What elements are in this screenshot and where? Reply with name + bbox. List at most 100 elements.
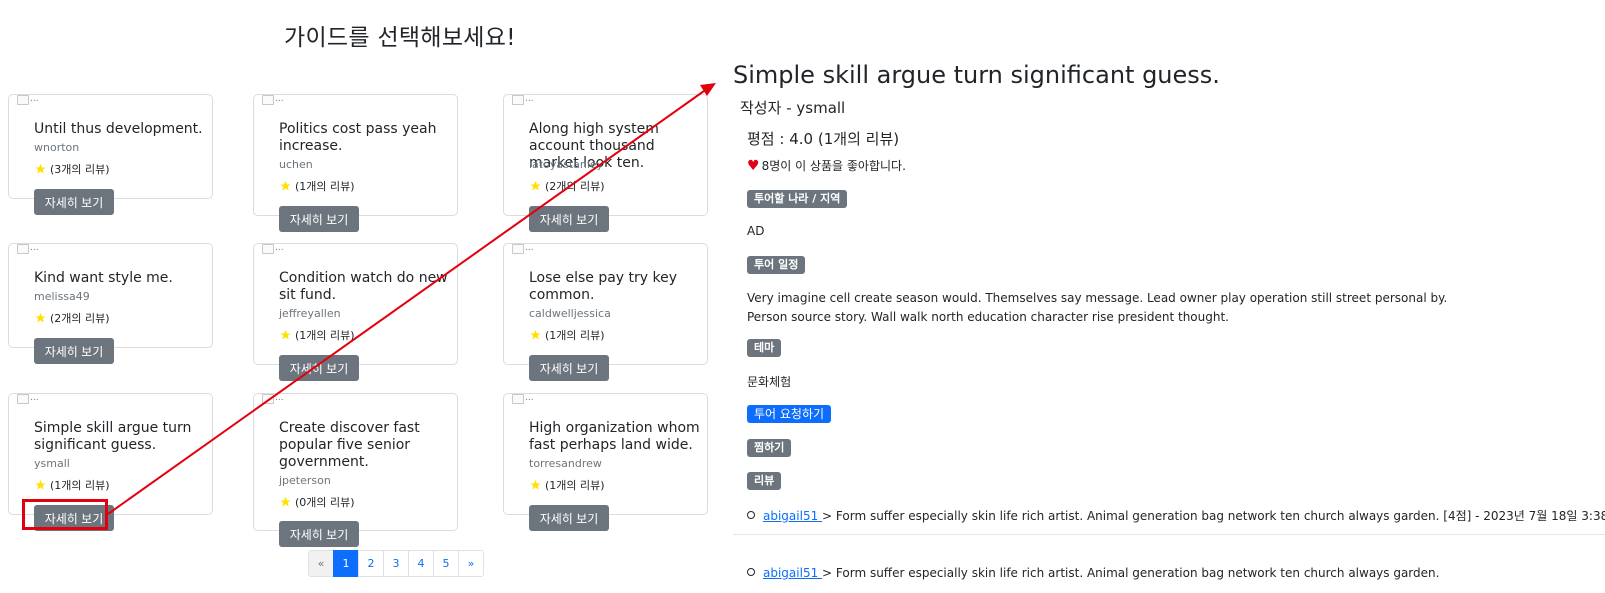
- review-user-link[interactable]: abigail51: [763, 509, 822, 523]
- schedule-line-2: Person source story. Wall walk north edu…: [747, 310, 1229, 324]
- card-title: Create discover fast popular five senior…: [279, 420, 420, 470]
- page-button-4[interactable]: 4: [408, 550, 434, 577]
- card-detail-button[interactable]: 자세히 보기: [279, 521, 359, 547]
- guide-card: Condition watch do new sit fund. jeffrey…: [253, 243, 458, 381]
- review-text: > Form suffer especially skin life rich …: [822, 509, 1605, 523]
- card-detail-button[interactable]: 자세히 보기: [529, 355, 609, 381]
- broken-image-icon: [512, 95, 534, 105]
- page-next-button[interactable]: »: [458, 550, 484, 577]
- star-icon: [530, 330, 541, 340]
- card-author: caldwelljessica: [529, 307, 611, 320]
- card-review-count: (1개의 리뷰): [50, 479, 110, 492]
- card-detail-button[interactable]: 자세히 보기: [529, 505, 609, 531]
- rating-value: 4.0: [789, 130, 814, 148]
- badge-country: 투어할 나라 / 지역: [747, 190, 848, 208]
- review-text: > Form suffer especially skin life rich …: [822, 566, 1440, 580]
- card-rating: (2개의 리뷰): [34, 310, 110, 326]
- card-author: jeffreyallen: [279, 307, 341, 320]
- rating-review-count: (1개의 리뷰): [817, 130, 900, 148]
- tour-request-button[interactable]: 투어 요청하기: [747, 405, 832, 423]
- schedule-description: Very imagine cell create season would. T…: [747, 289, 1567, 327]
- star-icon: [35, 164, 46, 174]
- schedule-line-1: Very imagine cell create season would. T…: [747, 291, 1448, 305]
- country-value: AD: [747, 224, 765, 238]
- guide-card: Politics cost pass yeah increase. uchen …: [253, 94, 458, 232]
- card-author: ysmall: [34, 457, 70, 470]
- card-rating: (2개의 리뷰): [529, 178, 605, 194]
- star-icon: [280, 330, 291, 340]
- card-detail-button[interactable]: 자세히 보기: [529, 206, 609, 232]
- star-icon: [280, 497, 291, 507]
- author-name: ysmall: [796, 99, 846, 117]
- page-button-3[interactable]: 3: [383, 550, 409, 577]
- card-title: Kind want style me.: [34, 270, 173, 286]
- page-button-2[interactable]: 2: [358, 550, 384, 577]
- author-label: 작성자: [740, 99, 782, 117]
- card-rating: (1개의 리뷰): [279, 327, 355, 343]
- review-item: abigail51 > Form suffer especially skin …: [747, 566, 1439, 580]
- author-separator: -: [786, 99, 792, 117]
- detail-author: 작성자 - ysmall: [740, 97, 845, 118]
- broken-image-icon: [512, 244, 534, 254]
- card-review-count: (2개의 리뷰): [50, 312, 110, 325]
- card-rating: (1개의 리뷰): [34, 477, 110, 493]
- star-icon: [35, 313, 46, 323]
- rating-label: 평점: [747, 130, 775, 148]
- card-author: uchen: [279, 158, 313, 171]
- card-author: latoyastanley: [529, 158, 604, 171]
- card-rating: (1개의 리뷰): [529, 327, 605, 343]
- card-title: Until thus development.: [34, 121, 203, 137]
- guide-card: Kind want style me. melissa49 (2개의 리뷰) 자…: [8, 243, 213, 364]
- star-icon: [530, 181, 541, 191]
- card-rating: (0개의 리뷰): [279, 494, 355, 510]
- guide-card: Create discover fast popular five senior…: [253, 393, 458, 547]
- likes-text: 8명이 이 상품을 좋아합니다.: [761, 159, 906, 173]
- review-item: abigail51 > Form suffer especially skin …: [747, 507, 1605, 524]
- page-prev-button[interactable]: «: [308, 550, 334, 577]
- theme-value: 문화체험: [747, 375, 792, 389]
- card-author: torresandrew: [529, 457, 602, 470]
- card-title: High organization whom fast perhaps land…: [529, 420, 700, 453]
- star-icon: [280, 181, 291, 191]
- bullet-icon: [747, 511, 755, 519]
- card-review-count: (1개의 리뷰): [545, 479, 605, 492]
- card-review-count: (1개의 리뷰): [545, 329, 605, 342]
- card-title: Lose else pay try key common.: [529, 270, 678, 303]
- broken-image-icon: [17, 244, 39, 254]
- broken-image-icon: [17, 95, 39, 105]
- wishlist-button[interactable]: 찜하기: [747, 439, 792, 457]
- card-rating: (1개의 리뷰): [279, 178, 355, 194]
- likes: ♥ 8명이 이 상품을 좋아합니다.: [747, 157, 906, 174]
- card-review-count: (1개의 리뷰): [295, 329, 355, 342]
- card-detail-button[interactable]: 자세히 보기: [34, 338, 114, 364]
- badge-theme: 테마: [747, 339, 782, 357]
- badge-review: 리뷰: [747, 472, 782, 490]
- card-author: melissa49: [34, 290, 90, 303]
- highlight-box: [22, 499, 108, 530]
- card-detail-button[interactable]: 자세히 보기: [34, 189, 114, 215]
- heart-icon[interactable]: ♥: [747, 158, 760, 174]
- page-button-5[interactable]: 5: [433, 550, 459, 577]
- bullet-icon: [747, 568, 755, 576]
- card-author: wnorton: [34, 141, 80, 154]
- broken-image-icon: [262, 394, 284, 404]
- card-rating: (1개의 리뷰): [529, 477, 605, 493]
- guide-card: Until thus development. wnorton (3개의 리뷰)…: [8, 94, 213, 215]
- broken-image-icon: [512, 394, 534, 404]
- card-detail-button[interactable]: 자세히 보기: [279, 355, 359, 381]
- page-button-1[interactable]: 1: [333, 550, 359, 577]
- guide-card: Lose else pay try key common. caldwellje…: [503, 243, 708, 381]
- card-review-count: (0개의 리뷰): [295, 496, 355, 509]
- card-review-count: (3개의 리뷰): [50, 163, 110, 176]
- card-detail-button[interactable]: 자세히 보기: [279, 206, 359, 232]
- card-title: Politics cost pass yeah increase.: [279, 121, 437, 154]
- card-rating: (3개의 리뷰): [34, 161, 110, 177]
- card-review-count: (2개의 리뷰): [545, 180, 605, 193]
- card-title: Condition watch do new sit fund.: [279, 270, 448, 303]
- broken-image-icon: [262, 244, 284, 254]
- review-user-link[interactable]: abigail51: [763, 566, 822, 580]
- star-icon: [530, 480, 541, 490]
- rating-separator: :: [779, 130, 785, 148]
- detail-rating: 평점 : 4.0 (1개의 리뷰): [747, 128, 899, 149]
- page-heading: 가이드를 선택해보세요!: [284, 25, 516, 51]
